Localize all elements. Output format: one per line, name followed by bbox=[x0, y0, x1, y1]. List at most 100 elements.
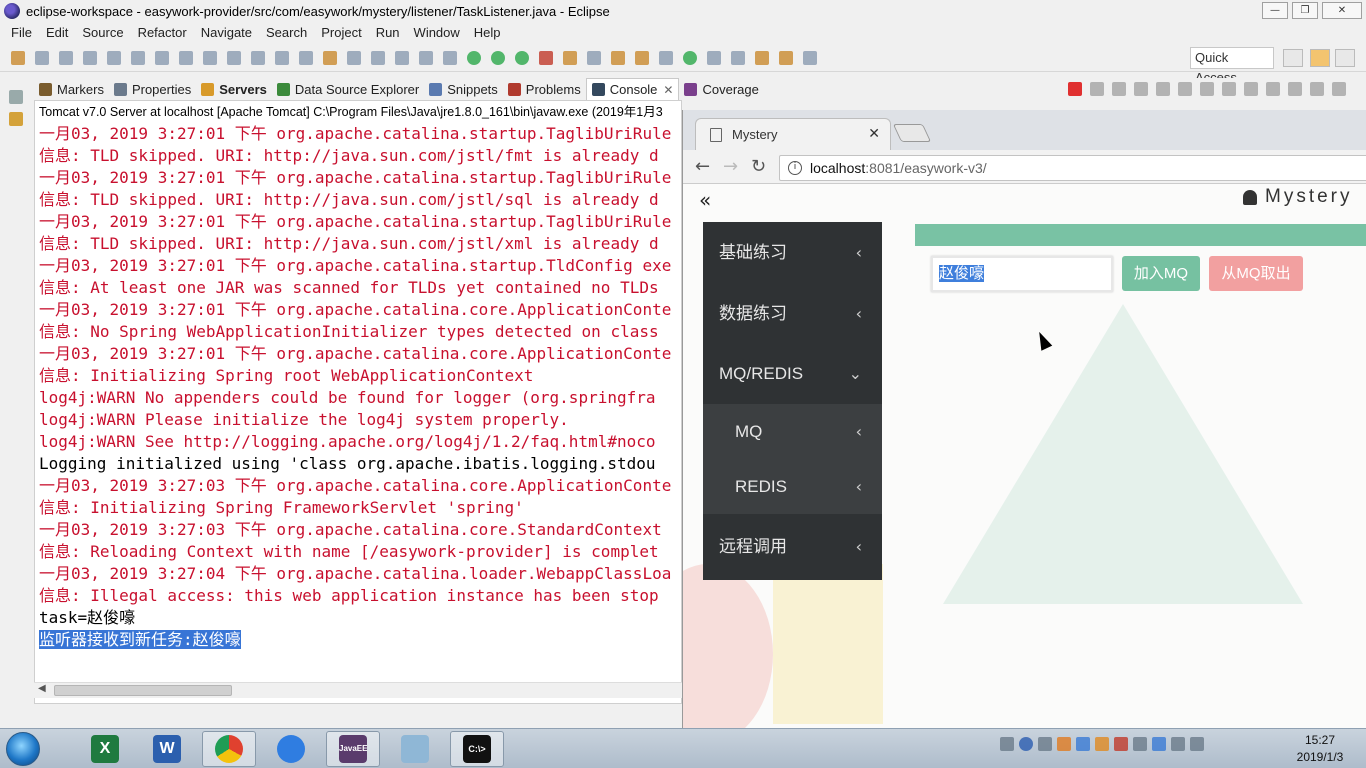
network-icon[interactable] bbox=[1190, 737, 1204, 751]
scrollbar-thumb[interactable] bbox=[54, 685, 232, 696]
flag-icon[interactable] bbox=[1114, 737, 1128, 751]
taskbar-cmd[interactable]: C:\> bbox=[450, 731, 504, 767]
menu-edit[interactable]: Edit bbox=[39, 25, 75, 40]
skip-breakpoints-icon[interactable] bbox=[131, 50, 145, 65]
scroll-lock-icon[interactable] bbox=[1156, 82, 1170, 96]
restore-icon[interactable] bbox=[9, 90, 23, 104]
close-tab-icon[interactable]: ✕ bbox=[868, 126, 880, 142]
volume-icon[interactable] bbox=[1171, 737, 1185, 751]
suspend-icon[interactable] bbox=[179, 50, 193, 65]
debug-perspective-icon[interactable] bbox=[1335, 49, 1355, 67]
tab-properties[interactable]: Properties bbox=[109, 78, 196, 100]
terminate-icon[interactable] bbox=[203, 50, 217, 65]
close-icon[interactable]: ✕ bbox=[663, 83, 673, 97]
nav-forward-icon[interactable] bbox=[803, 50, 817, 65]
info-icon[interactable]: i bbox=[788, 161, 802, 175]
tab-problems[interactable]: Problems bbox=[503, 78, 586, 100]
pin-console-icon[interactable] bbox=[1244, 82, 1258, 96]
bell-icon[interactable] bbox=[1243, 189, 1257, 205]
back-icon[interactable]: ← bbox=[695, 156, 710, 177]
menu-run[interactable]: Run bbox=[369, 25, 407, 40]
browser-tab[interactable]: Mystery ✕ bbox=[695, 118, 891, 150]
next-annotation-icon[interactable] bbox=[707, 50, 721, 65]
maximize-view-icon[interactable] bbox=[1332, 82, 1346, 96]
speaker-icon[interactable] bbox=[1133, 737, 1147, 751]
sidebar-item-remote-call[interactable]: 远程调用 ‹ bbox=[703, 514, 882, 580]
tab-snippets[interactable]: Snippets bbox=[424, 78, 503, 100]
tab-servers[interactable]: Servers bbox=[196, 78, 272, 100]
console-output[interactable]: 一月03, 2019 3:27:01 下午 org.apache.catalin… bbox=[35, 123, 681, 651]
new-tab-button[interactable] bbox=[892, 124, 932, 142]
javaee-perspective-icon[interactable] bbox=[1310, 49, 1330, 67]
clear-console-icon[interactable] bbox=[1134, 82, 1148, 96]
taskbar-eclipse[interactable]: JavaEE bbox=[326, 731, 380, 767]
taskbar-chrome[interactable] bbox=[202, 731, 256, 767]
step-over-icon[interactable] bbox=[251, 50, 265, 65]
sidebar-item-mq[interactable]: MQ ‹ bbox=[703, 404, 882, 460]
pin-icon[interactable] bbox=[347, 50, 361, 65]
back-icon[interactable] bbox=[755, 50, 769, 65]
menu-navigate[interactable]: Navigate bbox=[194, 25, 259, 40]
print-icon[interactable] bbox=[83, 50, 97, 65]
start-button[interactable] bbox=[6, 732, 40, 766]
tab-coverage[interactable]: Coverage bbox=[679, 78, 763, 100]
search-icon[interactable] bbox=[659, 50, 673, 65]
edit-icon[interactable] bbox=[395, 50, 409, 65]
taskbar-word[interactable]: W bbox=[140, 731, 194, 767]
package-explorer-icon[interactable] bbox=[9, 112, 23, 126]
tab-data-source-explorer[interactable]: Data Source Explorer bbox=[272, 78, 424, 100]
sidebar-item-data-practice[interactable]: 数据练习 ‹ bbox=[703, 284, 882, 344]
word-wrap-icon[interactable] bbox=[1178, 82, 1192, 96]
build-icon[interactable] bbox=[323, 50, 337, 65]
globe-icon[interactable] bbox=[683, 50, 697, 65]
open-console-icon[interactable] bbox=[1288, 82, 1302, 96]
open-perspective-icon[interactable] bbox=[1283, 49, 1303, 67]
reload-icon[interactable]: ↻ bbox=[751, 156, 766, 177]
open-folder-icon[interactable] bbox=[635, 50, 649, 65]
block-icon[interactable] bbox=[443, 50, 457, 65]
help-icon[interactable] bbox=[1019, 737, 1033, 751]
prev-annotation-icon[interactable] bbox=[731, 50, 745, 65]
sidebar-item-mq-redis[interactable]: MQ/REDIS ⌄ bbox=[703, 344, 882, 404]
console-horizontal-scrollbar[interactable]: ◀ bbox=[34, 682, 682, 698]
menu-search[interactable]: Search bbox=[259, 25, 314, 40]
terminal-icon[interactable] bbox=[107, 50, 121, 65]
save-all-icon[interactable] bbox=[59, 50, 73, 65]
menu-refactor[interactable]: Refactor bbox=[131, 25, 194, 40]
save-icon[interactable] bbox=[35, 50, 49, 65]
minimize-view-icon[interactable] bbox=[1310, 82, 1324, 96]
remove-all-icon[interactable] bbox=[1112, 82, 1126, 96]
menu-window[interactable]: Window bbox=[407, 25, 467, 40]
show-on-error-icon[interactable] bbox=[1222, 82, 1236, 96]
toggle-mark-icon[interactable] bbox=[299, 50, 313, 65]
open-type-icon[interactable] bbox=[611, 50, 625, 65]
resume-icon[interactable] bbox=[155, 50, 169, 65]
menu-project[interactable]: Project bbox=[314, 25, 368, 40]
add-to-mq-button[interactable]: 加入MQ bbox=[1122, 256, 1200, 291]
tab-markers[interactable]: Markers bbox=[34, 78, 109, 100]
taskbar-notepad[interactable] bbox=[388, 731, 442, 767]
display-console-icon[interactable] bbox=[1266, 82, 1280, 96]
format-icon[interactable] bbox=[419, 50, 433, 65]
show-on-output-icon[interactable] bbox=[1200, 82, 1214, 96]
menu-help[interactable]: Help bbox=[467, 25, 508, 40]
quick-access-field[interactable]: Quick Access bbox=[1190, 47, 1274, 85]
terminate-icon[interactable] bbox=[1068, 82, 1082, 96]
take-from-mq-button[interactable]: 从MQ取出 bbox=[1209, 256, 1303, 291]
keyboard-icon[interactable] bbox=[1000, 737, 1014, 751]
run-icon[interactable] bbox=[491, 50, 505, 65]
collapse-icon[interactable]: « bbox=[699, 188, 711, 212]
tab-console[interactable]: Console ✕ bbox=[585, 78, 680, 100]
taskbar-excel[interactable]: X bbox=[78, 731, 132, 767]
minimize-button[interactable]: — bbox=[1262, 2, 1288, 19]
menu-file[interactable]: File bbox=[4, 25, 39, 40]
console-view[interactable]: Tomcat v7.0 Server at localhost [Apache … bbox=[34, 100, 682, 704]
taskbar-clock[interactable]: 15:27 2019/1/3 bbox=[1282, 732, 1358, 766]
baidu-tray-icon[interactable] bbox=[1076, 737, 1090, 751]
app2-tray-icon[interactable] bbox=[1095, 737, 1109, 751]
sidebar-item-redis[interactable]: REDIS ‹ bbox=[703, 460, 882, 514]
app3-tray-icon[interactable] bbox=[1152, 737, 1166, 751]
new-server-icon[interactable] bbox=[563, 50, 577, 65]
forward-icon[interactable]: → bbox=[723, 156, 738, 177]
maximize-button[interactable]: ❐ bbox=[1292, 2, 1318, 19]
